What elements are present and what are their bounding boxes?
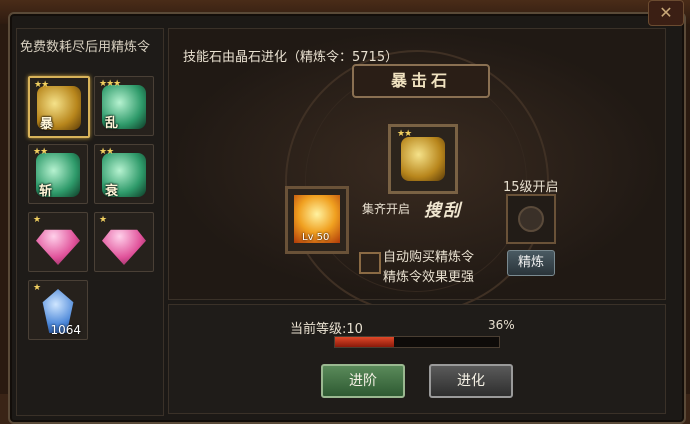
skill-name: 搜刮 [424, 201, 462, 221]
star-rating: ★★★ [99, 79, 121, 89]
selected-stone-slot[interactable]: ★★ [388, 124, 458, 194]
evolve-button[interactable]: 进化 [429, 364, 513, 398]
auto-buy-label: 自动购买精炼令 [383, 250, 475, 265]
refine-button[interactable]: 精炼 [507, 250, 555, 276]
level-unlock-text: 15级开启 [503, 180, 559, 195]
stone-list-title: 免费数耗尽后用精炼令 [20, 40, 151, 55]
skill-slot[interactable]: Lv 50 [285, 186, 349, 254]
star-rating: ★ [33, 215, 41, 225]
stone-slot-5[interactable]: ★ [28, 212, 88, 272]
star-rating: ★★ [397, 129, 412, 139]
auto-buy-note: 精炼令效果更强 [383, 270, 475, 285]
locked-slot[interactable] [506, 194, 556, 244]
star-rating: ★★ [99, 147, 114, 157]
crit-stone-icon [401, 137, 445, 181]
stone-slot-7[interactable]: ★ 1064 [28, 280, 88, 340]
stone-slot-3[interactable]: ★★ 斩 [28, 144, 88, 204]
stone-glyph: 斩 [39, 184, 53, 199]
star-rating: ★★ [34, 80, 49, 90]
star-rating: ★★ [33, 147, 48, 157]
evolution-info-text: 技能石由晶石进化（精炼令：5715） [183, 50, 399, 65]
star-rating: ★ [99, 215, 107, 225]
progress-percent: 36% [488, 318, 515, 332]
skill-level: Lv 50 [302, 232, 330, 243]
progress-bar [334, 336, 500, 348]
stone-slot-1[interactable]: ★★ 暴 [28, 76, 90, 138]
crystal-quantity: 1064 [50, 323, 81, 337]
stone-glyph: 暴 [40, 117, 54, 132]
stone-slot-6[interactable]: ★ [94, 212, 154, 272]
star-rating: ★ [33, 283, 41, 293]
advance-button[interactable]: 进阶 [321, 364, 405, 398]
stone-slot-2[interactable]: ★★★ 乱 [94, 76, 154, 136]
pink-crystal-icon [36, 229, 80, 265]
gather-unlock-text: 集齐开启 [362, 202, 411, 216]
stone-name-banner: 暴击石 [352, 64, 490, 98]
stone-slot-4[interactable]: ★★ 衰 [94, 144, 154, 204]
progress-bar-fill [335, 337, 395, 347]
stone-glyph: 乱 [105, 116, 119, 131]
stone-glyph: 衰 [105, 184, 119, 199]
current-level-text: 当前等级:10 [290, 322, 363, 337]
close-icon[interactable]: ✕ [648, 0, 684, 26]
lock-icon [518, 206, 544, 232]
progress-panel [168, 304, 666, 414]
pink-crystal-icon [102, 229, 146, 265]
auto-buy-checkbox[interactable] [359, 252, 381, 274]
